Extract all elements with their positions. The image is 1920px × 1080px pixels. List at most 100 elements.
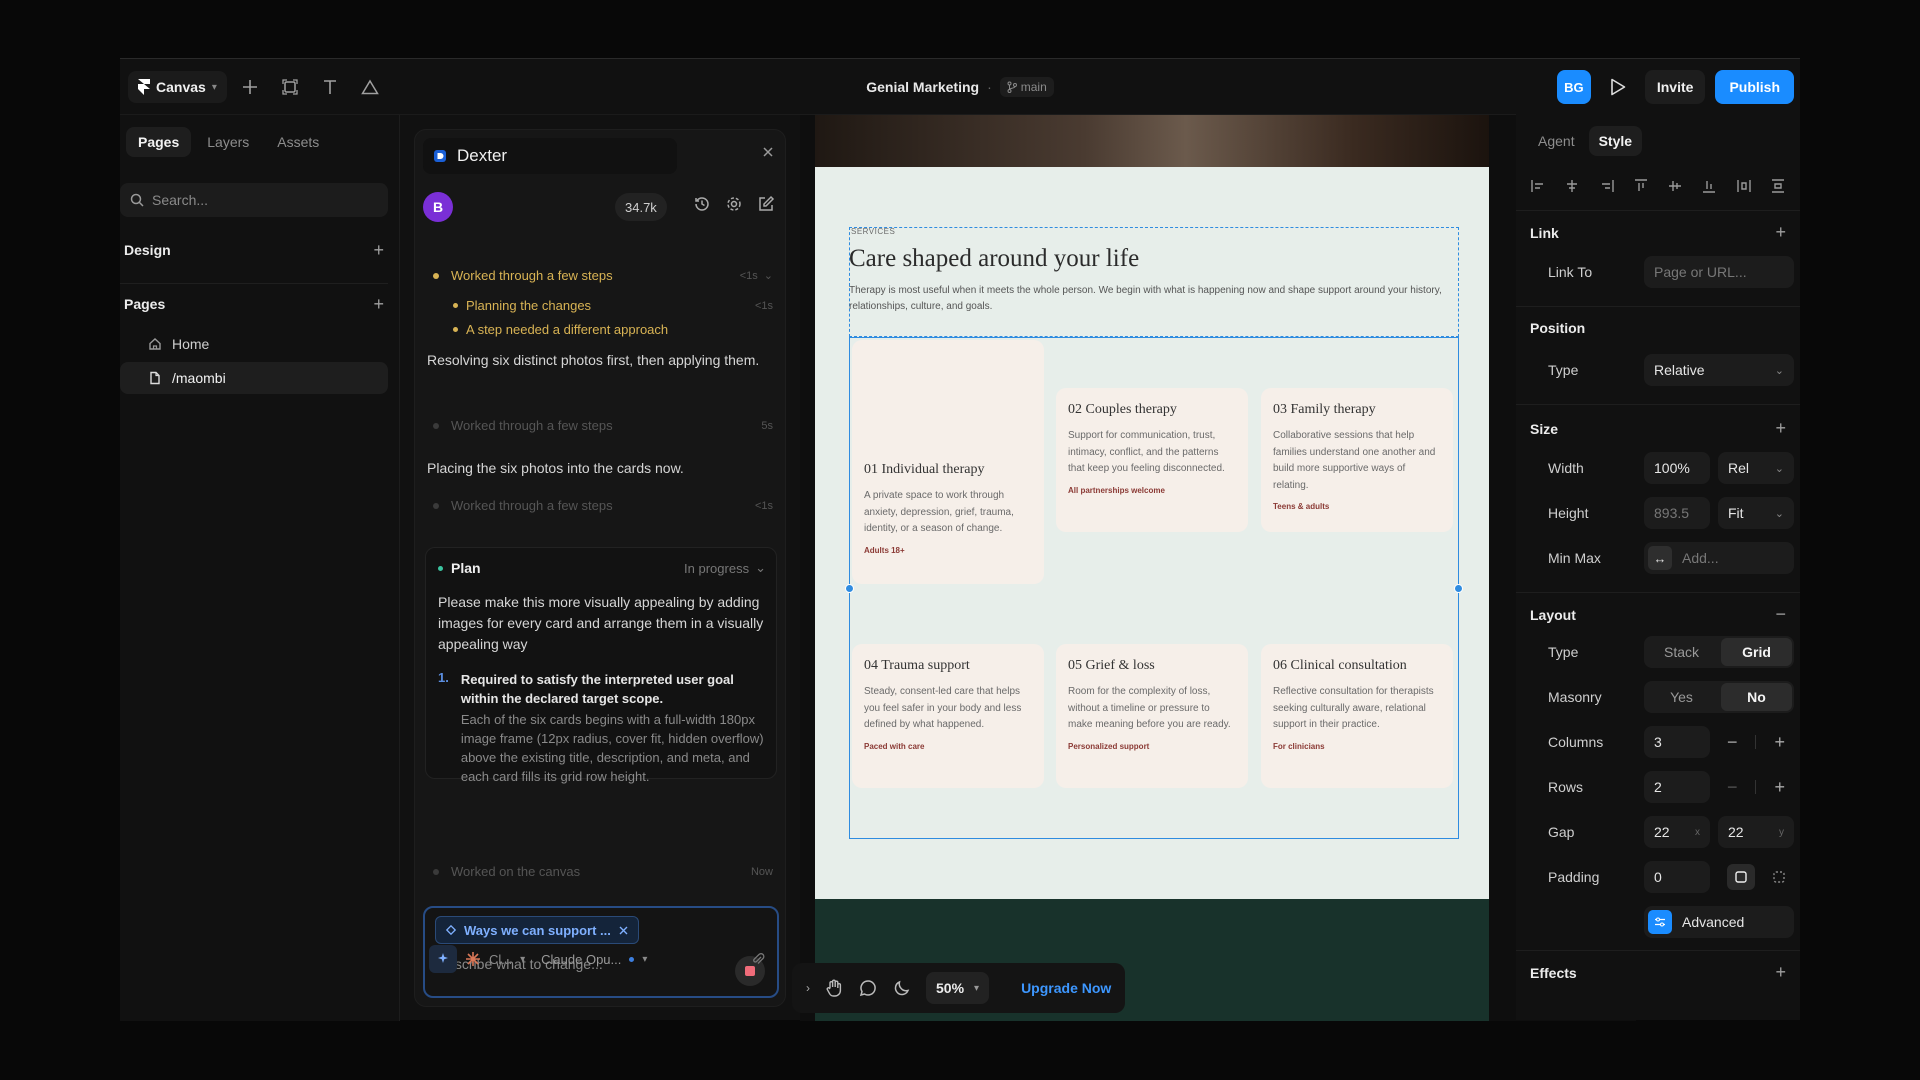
width-unit-select[interactable]: Rel ⌄ (1718, 452, 1794, 484)
service-card[interactable]: 02 Couples therapy Support for communica… (1056, 388, 1248, 532)
masonry-yes-option[interactable]: Yes (1646, 683, 1717, 711)
step-title: Required to satisfy the interpreted user… (460, 672, 734, 706)
paperclip-icon[interactable] (751, 952, 765, 966)
frame-tool-button[interactable] (273, 71, 307, 103)
distribute-h-icon[interactable] (1736, 178, 1752, 194)
align-center-h-icon[interactable] (1564, 178, 1580, 194)
design-canvas[interactable]: SERVICES Care shaped around your life Th… (800, 115, 1636, 1021)
add-page-plus-icon[interactable]: + (373, 294, 384, 315)
padding-individual-icon[interactable] (1773, 871, 1785, 883)
hand-icon[interactable] (824, 978, 844, 998)
log-step-label: Worked through a few steps (451, 268, 613, 283)
user-avatar-button[interactable]: BG (1556, 70, 1591, 104)
log-step-group[interactable]: Worked through a few steps 5s (433, 418, 773, 433)
plan-header[interactable]: Plan In progress ⌄ (438, 560, 766, 576)
align-top-icon[interactable] (1633, 178, 1649, 194)
upgrade-now-link[interactable]: Upgrade Now (1021, 980, 1111, 996)
advanced-button[interactable]: Advanced (1644, 906, 1794, 938)
align-center-v-icon[interactable] (1667, 178, 1683, 194)
width-input[interactable]: 100% (1644, 452, 1710, 484)
height-input[interactable]: 893.5 (1644, 497, 1710, 529)
card-title: 01 Individual therapy (864, 462, 985, 477)
project-name[interactable]: Genial Marketing (866, 79, 979, 95)
service-card[interactable]: 06 Clinical consultation Reflective cons… (1261, 644, 1453, 788)
zoom-select[interactable]: 50% ▾ (926, 972, 990, 1004)
close-icon[interactable] (619, 926, 628, 935)
layout-stack-option[interactable]: Stack (1646, 638, 1717, 666)
history-icon[interactable] (693, 195, 711, 213)
chevron-right-icon[interactable]: › (806, 981, 810, 995)
gap-y-input[interactable]: 22 y (1718, 816, 1794, 848)
comment-icon[interactable] (858, 978, 878, 998)
design-section-header[interactable]: Design + (120, 233, 388, 267)
columns-input[interactable]: 3 (1644, 726, 1710, 758)
page-item-maombi[interactable]: /maombi (120, 362, 388, 394)
service-card[interactable]: 05 Grief & loss Room for the complexity … (1056, 644, 1248, 788)
collapse-layout-minus-icon[interactable]: − (1775, 604, 1786, 625)
tab-pages[interactable]: Pages (126, 127, 192, 157)
log-step-group[interactable]: Worked on the canvas Now (433, 864, 773, 879)
publish-button[interactable]: Publish (1715, 70, 1794, 104)
min-max-field[interactable]: ↔ Add... (1644, 542, 1794, 574)
resize-handle-right[interactable] (1454, 584, 1463, 593)
distribute-v-icon[interactable] (1770, 178, 1786, 194)
magic-mode-button[interactable] (429, 945, 457, 973)
moon-icon[interactable] (892, 978, 912, 998)
rows-increment-icon[interactable]: + (1774, 777, 1785, 798)
model-select[interactable]: Claude Opu... (541, 952, 621, 967)
service-card[interactable]: 04 Trauma support Steady, consent-led ca… (852, 644, 1044, 788)
text-tool-button[interactable] (313, 71, 347, 103)
search-input[interactable] (152, 192, 352, 208)
tab-agent[interactable]: Agent (1528, 126, 1585, 156)
plus-icon (242, 80, 257, 94)
service-card[interactable]: 01 Individual therapy A private space to… (852, 340, 1044, 584)
canvas-menu-button[interactable]: Canvas ▾ (128, 71, 227, 103)
tab-style[interactable]: Style (1588, 126, 1643, 156)
align-bottom-icon[interactable] (1701, 178, 1717, 194)
status-dot (453, 303, 458, 308)
columns-increment-icon[interactable]: + (1774, 732, 1785, 753)
service-card[interactable]: 03 Family therapy Collaborative sessions… (1261, 388, 1453, 532)
services-eyebrow[interactable]: SERVICES (851, 227, 895, 236)
close-chat-button[interactable] (763, 144, 773, 162)
add-design-plus-icon[interactable]: + (373, 240, 384, 261)
gap-x-input[interactable]: 22 x (1644, 816, 1710, 848)
insert-button[interactable] (233, 71, 267, 103)
component-icon (446, 925, 456, 935)
padding-uniform-icon[interactable] (1727, 864, 1755, 890)
align-left-icon[interactable] (1530, 178, 1546, 194)
padding-input[interactable]: 0 (1644, 861, 1710, 893)
tab-assets[interactable]: Assets (265, 127, 331, 157)
rows-input[interactable]: 2 (1644, 771, 1710, 803)
branch-badge[interactable]: main (999, 77, 1054, 97)
height-unit-select[interactable]: Fit ⌄ (1718, 497, 1794, 529)
section-description[interactable]: Therapy is most useful when it meets the… (849, 283, 1461, 315)
page-frame[interactable]: SERVICES Care shaped around your life Th… (815, 167, 1489, 899)
gear-icon[interactable] (725, 195, 743, 213)
add-size-plus-icon[interactable]: + (1775, 418, 1786, 439)
shape-tool-button[interactable] (353, 71, 387, 103)
section-title[interactable]: Care shaped around your life (849, 245, 1139, 273)
model-short-select[interactable]: Cl... (489, 952, 512, 967)
link-url-field[interactable]: Page or URL... (1644, 256, 1794, 288)
invite-button[interactable]: Invite (1644, 70, 1706, 104)
masonry-no-option[interactable]: No (1721, 683, 1792, 711)
layout-grid-option[interactable]: Grid (1721, 638, 1792, 666)
page-item-home[interactable]: Home (120, 328, 388, 360)
context-chip[interactable]: Ways we can support ... (435, 916, 639, 944)
columns-decrement-icon[interactable]: − (1727, 732, 1738, 753)
services-grid[interactable]: 01 Individual therapy A private space to… (845, 337, 1463, 839)
log-step-group[interactable]: Worked through a few steps <1s (433, 498, 773, 513)
add-link-plus-icon[interactable]: + (1775, 222, 1786, 243)
new-chat-icon[interactable] (757, 195, 775, 213)
add-effect-plus-icon[interactable]: + (1775, 962, 1786, 983)
position-type-select[interactable]: Relative ⌄ (1644, 354, 1794, 386)
rows-decrement-icon[interactable]: − (1727, 777, 1738, 798)
log-step-group[interactable]: Worked through a few steps <1s ⌄ (433, 268, 773, 283)
preview-button[interactable] (1601, 70, 1635, 104)
user-avatar[interactable]: B (423, 192, 453, 222)
pages-section-header[interactable]: Pages + (120, 287, 388, 321)
resize-handle-left[interactable] (845, 584, 854, 593)
align-right-icon[interactable] (1599, 178, 1615, 194)
tab-layers[interactable]: Layers (195, 127, 261, 157)
